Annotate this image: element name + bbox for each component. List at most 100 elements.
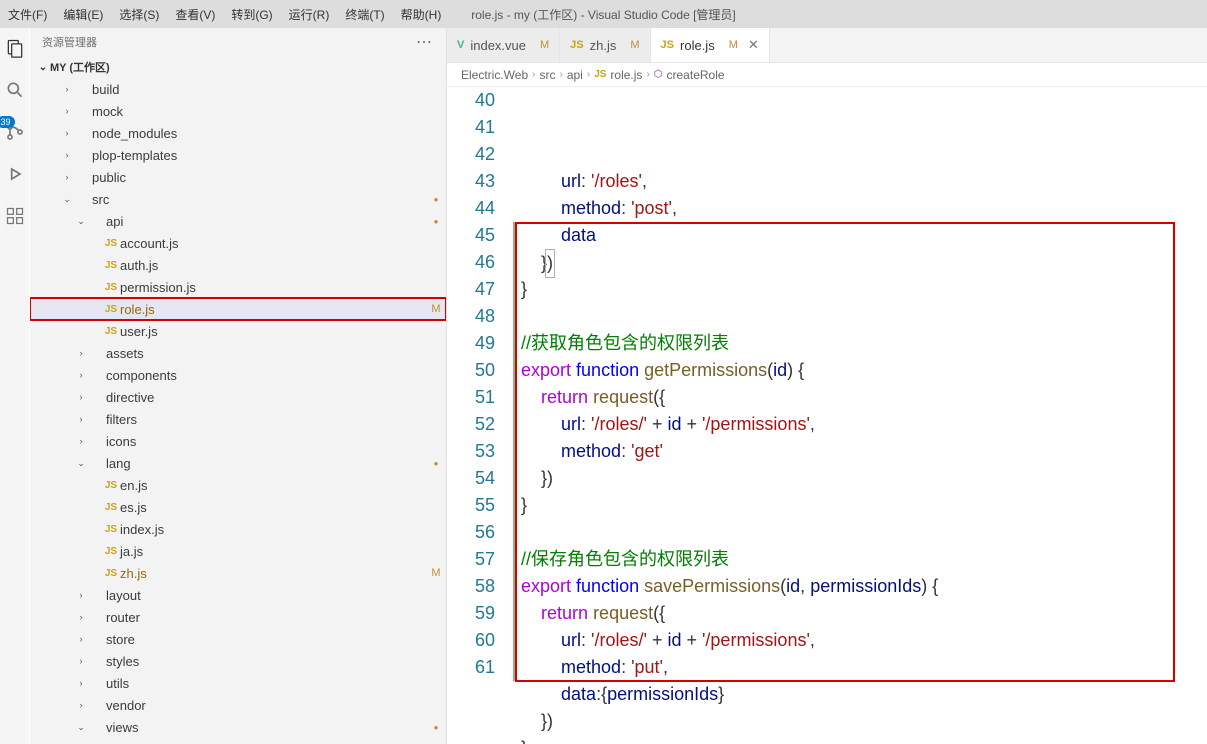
- file-user.js[interactable]: JSuser.js: [30, 320, 446, 342]
- folder-src[interactable]: ⌄src●: [30, 188, 446, 210]
- sidebar-more-icon[interactable]: ⋯: [416, 32, 434, 52]
- line-number: 48: [447, 303, 495, 330]
- tab-zh.js[interactable]: JSzh.jsM: [560, 28, 650, 62]
- tab-index.vue[interactable]: Vindex.vueM: [447, 28, 560, 62]
- folder-views[interactable]: ⌄views●: [30, 716, 446, 738]
- chevron-right-icon: ›: [587, 69, 590, 80]
- menubar: 文件(F)编辑(E)选择(S)查看(V)转到(G)运行(R)终端(T)帮助(H)…: [0, 0, 1207, 28]
- file-role.js[interactable]: JSrole.jsM: [30, 298, 446, 320]
- line-number: 42: [447, 141, 495, 168]
- scm-icon[interactable]: 39: [3, 120, 27, 144]
- js-file-icon: JS: [102, 546, 120, 557]
- menu-item[interactable]: 运行(R): [281, 6, 338, 23]
- breadcrumb-item[interactable]: createRole: [667, 68, 725, 82]
- code-line[interactable]: }: [521, 735, 1207, 744]
- js-file-icon: JS: [661, 39, 674, 51]
- folder-icons[interactable]: ›icons: [30, 430, 446, 452]
- line-number: 41: [447, 114, 495, 141]
- line-number: 60: [447, 627, 495, 654]
- file-account.js[interactable]: JSaccount.js: [30, 232, 446, 254]
- explorer-sidebar: 资源管理器 ⋯ ⌄ MY (工作区) ›build›mock›node_modu…: [30, 28, 447, 744]
- folder-utils[interactable]: ›utils: [30, 672, 446, 694]
- code-editor[interactable]: 4041424344454647484950515253545556575859…: [447, 87, 1207, 744]
- line-number: 46: [447, 249, 495, 276]
- js-file-icon: JS: [102, 568, 120, 579]
- file-permission.js[interactable]: JSpermission.js: [30, 276, 446, 298]
- file-auth.js[interactable]: JSauth.js: [30, 254, 446, 276]
- file-tree: ›build›mock›node_modules›plop-templates›…: [30, 78, 446, 744]
- tree-label: layout: [106, 588, 426, 603]
- tree-label: directive: [106, 390, 426, 405]
- code-content[interactable]: url: '/roles', method: 'post', data })}/…: [517, 87, 1207, 744]
- folder-lang[interactable]: ⌄lang●: [30, 452, 446, 474]
- tree-label: zh.js: [120, 566, 426, 581]
- folder-build[interactable]: ›build: [30, 78, 446, 100]
- js-file-icon: JS: [102, 326, 120, 337]
- git-status: ●: [426, 217, 446, 226]
- folder-plop-templates[interactable]: ›plop-templates: [30, 144, 446, 166]
- folder-directive[interactable]: ›directive: [30, 386, 446, 408]
- menu-item[interactable]: 查看(V): [167, 6, 223, 23]
- code-line[interactable]: }): [521, 708, 1207, 735]
- file-zh.js[interactable]: JSzh.jsM: [30, 562, 446, 584]
- folder-node_modules[interactable]: › node_modules: [30, 122, 446, 144]
- folder-filters[interactable]: ›filters: [30, 408, 446, 430]
- code-line[interactable]: data:{permissionIds}: [521, 681, 1207, 708]
- js-file-icon: JS: [102, 238, 120, 249]
- file-en.js[interactable]: JSen.js: [30, 474, 446, 496]
- tree-label: filters: [106, 412, 426, 427]
- breadcrumbs[interactable]: Electric.Web›src›api›JSrole.js›⬡createRo…: [447, 63, 1207, 87]
- tab-role.js[interactable]: JSrole.jsM✕: [651, 28, 770, 62]
- chevron-down-icon: ⌄: [36, 62, 50, 73]
- activity-bar: 39: [0, 28, 30, 744]
- folder-mock[interactable]: ›mock: [30, 100, 446, 122]
- menu-item[interactable]: 终端(T): [337, 6, 392, 23]
- tree-label: role.js: [120, 302, 426, 317]
- file-ja.js[interactable]: JSja.js: [30, 540, 446, 562]
- git-status: ●: [426, 723, 446, 732]
- close-icon[interactable]: ✕: [748, 37, 759, 53]
- folder-components[interactable]: ›components: [30, 364, 446, 386]
- tree-label: store: [106, 632, 426, 647]
- line-number: 52: [447, 411, 495, 438]
- chevron-right-icon: ›: [60, 128, 74, 138]
- menu-item[interactable]: 文件(F): [0, 6, 55, 23]
- editor-area: Vindex.vueMJSzh.jsMJSrole.jsM✕ Electric.…: [447, 28, 1207, 744]
- js-file-icon: JS: [102, 304, 120, 315]
- editor-tabs: Vindex.vueMJSzh.jsMJSrole.jsM✕: [447, 28, 1207, 63]
- menu-item[interactable]: 编辑(E): [55, 6, 111, 23]
- tree-label: node_modules: [92, 126, 426, 141]
- folder-api[interactable]: ⌄api●: [30, 210, 446, 232]
- folder-styles[interactable]: ›styles: [30, 650, 446, 672]
- file-es.js[interactable]: JSes.js: [30, 496, 446, 518]
- breadcrumb-item[interactable]: api: [567, 68, 583, 82]
- folder-router[interactable]: ›router: [30, 606, 446, 628]
- breadcrumb-item[interactable]: Electric.Web: [461, 68, 528, 82]
- breadcrumb-item[interactable]: role.js: [610, 68, 642, 82]
- folder-public[interactable]: ›public: [30, 166, 446, 188]
- git-status: M: [426, 567, 446, 579]
- file-index.js[interactable]: JSindex.js: [30, 518, 446, 540]
- tab-label: index.vue: [470, 38, 526, 53]
- folder-vendor[interactable]: ›vendor: [30, 694, 446, 716]
- menu-item[interactable]: 转到(G): [223, 6, 280, 23]
- line-number: 55: [447, 492, 495, 519]
- menu-item[interactable]: 选择(S): [111, 6, 167, 23]
- breadcrumb-item[interactable]: src: [539, 68, 555, 82]
- chevron-right-icon: ›: [60, 150, 74, 160]
- extensions-icon[interactable]: [3, 204, 27, 228]
- code-line[interactable]: url: '/roles',: [521, 168, 1207, 195]
- explorer-icon[interactable]: [3, 36, 27, 60]
- workspace-header[interactable]: ⌄ MY (工作区): [30, 56, 446, 78]
- chevron-right-icon: ›: [74, 700, 88, 710]
- menu-item[interactable]: 帮助(H): [393, 6, 450, 23]
- folder-layout[interactable]: ›layout: [30, 584, 446, 606]
- folder-assets[interactable]: ›assets: [30, 342, 446, 364]
- search-icon[interactable]: [3, 78, 27, 102]
- git-status: ●: [426, 459, 446, 468]
- code-line[interactable]: method: 'post',: [521, 195, 1207, 222]
- js-file-icon: JS: [594, 69, 606, 80]
- folder-store[interactable]: ›store: [30, 628, 446, 650]
- js-file-icon: JS: [570, 39, 583, 51]
- debug-icon[interactable]: [3, 162, 27, 186]
